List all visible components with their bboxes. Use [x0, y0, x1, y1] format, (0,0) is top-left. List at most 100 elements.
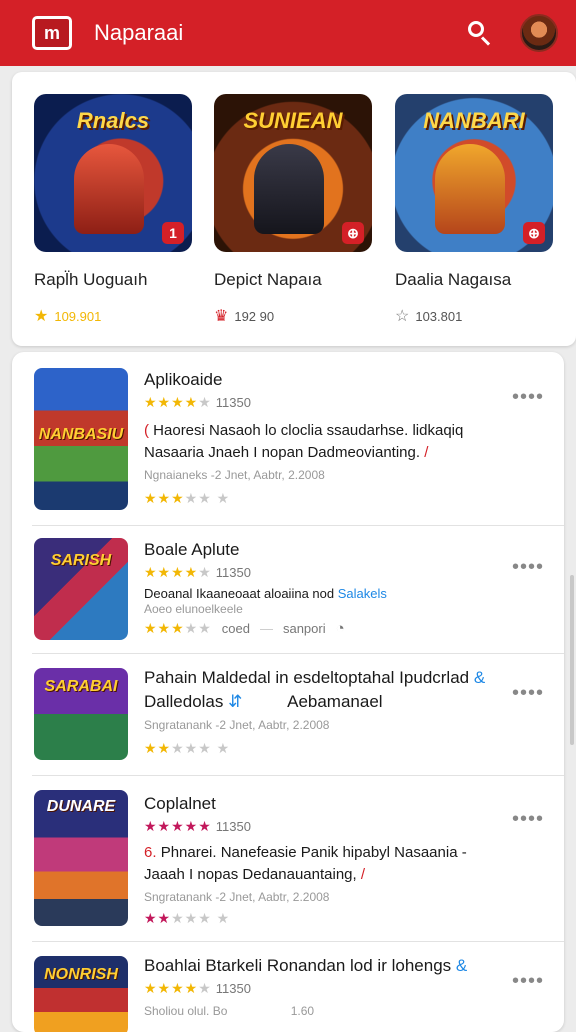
item-description: Deoanal Ikaaneoaat aloaiina nod Salakels [144, 586, 504, 602]
item-title: Pahain Maldedal in esdeltoptahal Ipudcrl… [144, 668, 485, 688]
game-thumbnail: SARISH [34, 538, 128, 640]
title-suffix: & [455, 956, 468, 975]
featured-name: Daalia Nagaısa [395, 270, 512, 289]
list-item[interactable]: NANBASIU Aplikoaide ★★★★★ 11350 ( Haores… [32, 352, 564, 526]
crown-icon: ♛ [214, 308, 229, 325]
featured-name: Rapl̈h Uoguaıh [34, 270, 148, 289]
badge: ⊕ [523, 222, 545, 244]
desc-suffix: / [360, 866, 366, 883]
app-bar: m Naparaai [0, 0, 576, 66]
subtitle-text: Dalledolas [144, 692, 224, 711]
featured-carousel: Rnalcs 1 Rapl̈h Uoguaıh ★ 109.901 SUNIEA… [12, 72, 576, 346]
rating-line: ★★★★★ 11350 [144, 394, 251, 411]
rating-line: ★★★★★ 11350 [144, 564, 251, 580]
link-icon: ⇵ [228, 692, 243, 711]
art-title: NONRISH [44, 966, 118, 983]
rating-line: ★★★★★ 11350 [144, 818, 251, 834]
list-item[interactable]: NONRISH Boahlai Btarkeli Ronandan lod ir… [32, 942, 564, 1032]
game-list: NANBASIU Aplikoaide ★★★★★ 11350 ( Haores… [12, 352, 564, 1032]
item-meta: Sngratanank -2 Jnet, Aabtr, 2.2008 [144, 718, 330, 732]
rating-count: 11350 [215, 981, 251, 996]
item-meta: Ngnaianeks -2 Jnet, Aabtr, 2.2008 [144, 468, 325, 482]
scrollbar[interactable] [570, 575, 574, 745]
rating-count: 11350 [215, 819, 251, 834]
featured-card[interactable]: Rnalcs 1 Rapl̈h Uoguaıh ★ 109.901 [34, 94, 194, 326]
rating-count: 11350 [215, 395, 251, 410]
meta-text: Sholiou olul. Bo [144, 1004, 228, 1018]
game-thumbnail: NANBASIU [34, 368, 128, 510]
app-logo[interactable]: m [32, 16, 72, 50]
art-title: SUNIEAN [243, 108, 343, 133]
tag-line: ★★★★★ coed — sanpori ◔ [144, 620, 345, 637]
subtitle-suffix: Aebamanael [287, 692, 383, 711]
hero-figure [74, 144, 144, 234]
featured-game-art: Rnalcs 1 [34, 94, 192, 252]
featured-name: Depict Napaıa [214, 270, 322, 289]
rating-value: 192 90 [234, 308, 275, 324]
item-meta: Sholiou olul. Bo 1.60 [144, 1004, 314, 1018]
badge: 1 [162, 222, 184, 244]
art-title: SARABAI [44, 678, 118, 695]
star-icon: ★ [34, 308, 49, 325]
more-options-icon[interactable]: •••• [512, 556, 544, 579]
logo-glyph: m [43, 22, 60, 43]
featured-card[interactable]: SUNIEAN ⊕ Depict Napaıa ♛ 192 90 [214, 94, 374, 326]
rating-line: ★★★★★ 11350 [144, 980, 251, 996]
badge: ⊕ [342, 222, 364, 244]
item-description: 6. Phnarei. Nanefeasie Panik hipabyl Nas… [144, 842, 504, 886]
item-title: Coplalnet [144, 794, 216, 813]
tag: coed [221, 621, 250, 636]
art-title: NANBARI [423, 108, 525, 133]
search-icon[interactable] [466, 19, 494, 47]
featured-game-art: SUNIEAN ⊕ [214, 94, 372, 252]
art-title: DUNARE [46, 798, 116, 815]
art-title: Rnalcs [76, 108, 150, 133]
rating-stars: ★★★★★ [144, 394, 212, 410]
rating-value: 103.801 [415, 308, 463, 324]
user-rating: ★★★★★ ★ [144, 490, 231, 506]
item-meta: Sngratanank -2 Jnet, Aabtr, 2.2008 [144, 890, 330, 904]
user-rating: ★★★★★ ★ [144, 910, 231, 926]
app-title: Naparaai [94, 20, 184, 45]
desc-link[interactable]: Salakels [338, 586, 387, 601]
title-text: Boahlai Btarkeli Ronandan lod ir lohengs [144, 956, 452, 975]
title-suffix: & [473, 668, 486, 687]
list-item[interactable]: SARABAI Pahain Maldedal in esdeltoptahal… [32, 654, 564, 776]
title-text: Pahain Maldedal in esdeltoptahal Ipudcrl… [144, 668, 470, 687]
list-item[interactable]: SARISH Boale Aplute ★★★★★ 11350 Deoanal … [32, 526, 564, 654]
desc-text: Deoanal Ikaaneoaat aloaiina nod [144, 586, 335, 601]
hero-figure [435, 144, 505, 234]
desc-text: Haoresi Nasaoh lo cloclia ssaudarhse. li… [144, 422, 464, 461]
separator: — [259, 621, 273, 636]
more-options-icon[interactable]: •••• [512, 682, 544, 705]
item-description: ( Haoresi Nasaoh lo cloclia ssaudarhse. … [144, 420, 504, 464]
rating-count: 11350 [215, 565, 251, 580]
meta-right: 1.60 [290, 1004, 315, 1018]
featured-rating: ☆ 103.801 [395, 306, 555, 326]
hero-figure [254, 144, 324, 234]
item-subtitle: Dalledolas ⇵ Aebamanael [144, 692, 383, 712]
desc-suffix: / [424, 444, 429, 461]
featured-rating: ♛ 192 90 [214, 306, 374, 326]
list-item[interactable]: DUNARE Coplalnet ★★★★★ 11350 6. Phnarei.… [32, 776, 564, 942]
game-thumbnail: NONRISH [34, 956, 128, 1032]
featured-rating: ★ 109.901 [34, 306, 194, 326]
more-options-icon[interactable]: •••• [512, 808, 544, 831]
item-title: Boahlai Btarkeli Ronandan lod ir lohengs… [144, 956, 467, 976]
art-title: NANBASIU [38, 426, 124, 443]
avatar[interactable] [520, 14, 558, 52]
item-meta: Aoeo elunoelkeele [144, 602, 243, 616]
item-title: Boale Aplute [144, 540, 240, 559]
featured-card[interactable]: NANBARI ⊕ Daalia Nagaısa ☆ 103.801 [395, 94, 555, 326]
desc-text: Phnarei. Nanefeasie Panik hipabyl Nasaan… [144, 844, 467, 883]
star-outline-icon: ☆ [395, 308, 410, 325]
more-options-icon[interactable]: •••• [512, 970, 544, 993]
art-title: SARISH [50, 552, 112, 569]
desc-prefix: 6. [144, 844, 157, 861]
rating-value: 109.901 [54, 308, 102, 324]
more-options-icon[interactable]: •••• [512, 386, 544, 409]
item-title: Aplikoaide [144, 370, 223, 389]
history-icon[interactable]: ◔ [336, 620, 345, 637]
user-rating: ★★★★★ ★ [144, 740, 231, 756]
featured-game-art: NANBARI ⊕ [395, 94, 553, 252]
